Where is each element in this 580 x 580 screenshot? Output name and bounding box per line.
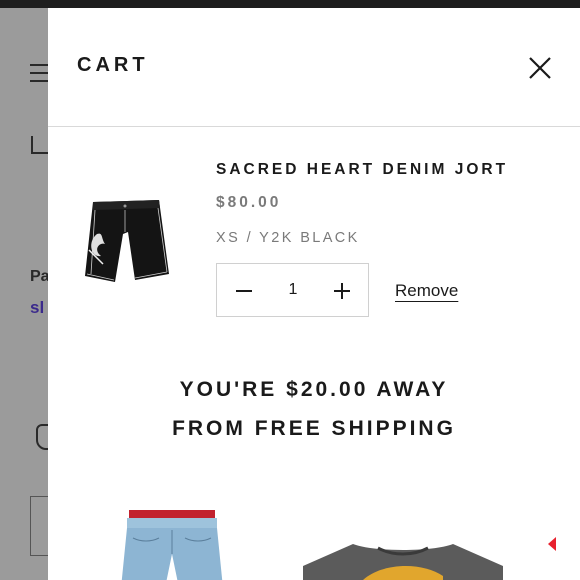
hamburger-menu-icon: [30, 64, 48, 88]
product-price: $80.00: [216, 194, 282, 211]
background-link-text: sl: [30, 298, 45, 317]
cart-header: CART: [48, 8, 580, 127]
background-button: [30, 496, 48, 556]
shipping-message-line-1: YOU'RE $20.00 AWAY: [179, 378, 449, 401]
recommended-product-image[interactable]: [111, 508, 233, 580]
quantity-value[interactable]: 1: [275, 281, 311, 299]
product-image[interactable]: [81, 194, 173, 286]
shield-icon: [36, 424, 48, 450]
shipping-message-line-2: FROM FREE SHIPPING: [172, 417, 456, 440]
close-icon: [529, 57, 551, 79]
product-name[interactable]: SACRED HEART DENIM JORT: [216, 161, 508, 179]
recommended-product-image[interactable]: [303, 536, 503, 580]
plus-icon[interactable]: [329, 278, 355, 304]
product-variant: XS / Y2K BLACK: [216, 230, 360, 246]
document-icon: [31, 136, 48, 154]
cart-drawer: CART SACRED HEART DENIM JORT $80.00 XS /…: [48, 8, 580, 580]
quantity-stepper: 1: [216, 263, 369, 317]
minus-icon[interactable]: [231, 278, 257, 304]
chevron-right-icon: [548, 537, 556, 551]
top-bar: [0, 0, 580, 8]
remove-button[interactable]: Remove: [395, 281, 458, 301]
background-text: Pa: [30, 268, 48, 285]
free-shipping-message: YOU'RE $20.00 AWAY FROM FREE SHIPPING: [48, 370, 580, 448]
background-page: Pa sl: [0, 8, 48, 580]
close-button[interactable]: [526, 54, 554, 82]
cart-title: CART: [77, 54, 149, 76]
carousel-next-button[interactable]: [542, 534, 562, 554]
